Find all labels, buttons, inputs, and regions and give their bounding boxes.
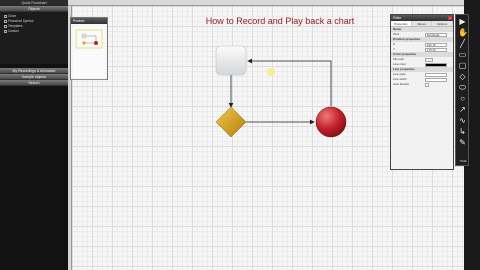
line-icon[interactable]: ╱ bbox=[458, 39, 467, 48]
tab-properties[interactable]: Properties bbox=[391, 21, 412, 26]
tab-values[interactable]: Values bbox=[411, 21, 433, 26]
section-label: Position properties bbox=[393, 37, 421, 41]
line-width-field[interactable] bbox=[425, 77, 447, 82]
diamond-icon[interactable]: ◇ bbox=[458, 72, 467, 81]
cursor-highlight bbox=[267, 68, 275, 76]
editor-title: Editor bbox=[393, 16, 402, 20]
line-style-field[interactable] bbox=[425, 72, 447, 77]
hand-icon[interactable]: ✋ bbox=[458, 28, 468, 37]
y-field[interactable]: 175.30 bbox=[425, 47, 447, 52]
rounded-rectangle-shape[interactable] bbox=[215, 45, 247, 76]
property-label: Auto Resize bbox=[393, 82, 410, 86]
preview-window[interactable]: Preview bbox=[70, 17, 108, 80]
section-label: Line properties bbox=[393, 67, 415, 71]
toolbar-label: TIME bbox=[459, 159, 467, 163]
property-label: Line color bbox=[393, 62, 407, 66]
pointer-icon[interactable]: ▶ bbox=[458, 17, 467, 26]
section-label: Color properties bbox=[393, 52, 417, 56]
arrow-icon[interactable]: ↗ bbox=[458, 105, 467, 114]
rectangle-icon[interactable]: ▭ bbox=[458, 50, 467, 59]
editor-title-bar[interactable]: Editor x bbox=[391, 15, 453, 21]
tool-palette: ▶ ✋ ╱ ▭ ▢ ◇ ⬭ ○ ↗ ∿ ↳ ✎ TIME bbox=[455, 14, 469, 166]
connector-icon[interactable]: ↳ bbox=[458, 127, 467, 136]
preview-thumbnail bbox=[71, 24, 107, 80]
diamond-shape[interactable] bbox=[215, 106, 247, 138]
app-window: Quick Flowchart Objects Chart Flowchart … bbox=[0, 0, 480, 270]
line-color-swatch[interactable] bbox=[425, 62, 447, 67]
connector-circle-to-rect[interactable] bbox=[247, 58, 332, 106]
pencil-icon[interactable]: ✎ bbox=[458, 138, 467, 147]
circle-icon[interactable]: ○ bbox=[458, 94, 467, 103]
close-icon[interactable]: x bbox=[448, 16, 452, 20]
property-label: Line width bbox=[393, 77, 407, 81]
curve-icon[interactable]: ∿ bbox=[458, 116, 467, 125]
property-label: Y bbox=[393, 47, 396, 51]
property-kind-field[interactable]: Rectangle bbox=[425, 32, 447, 37]
auto-resize-checkbox[interactable] bbox=[425, 82, 429, 87]
editor-panel[interactable]: Editor x Properties Values Options Name … bbox=[390, 14, 454, 170]
x-field[interactable]: 192.10 bbox=[425, 42, 447, 47]
circle-shape[interactable] bbox=[315, 106, 347, 138]
rounded-rectangle-icon[interactable]: ▢ bbox=[458, 61, 467, 70]
property-label: X bbox=[393, 42, 396, 46]
property-label: Kind bbox=[393, 32, 400, 36]
fill-color-swatch[interactable] bbox=[425, 57, 433, 62]
property-label: Line style bbox=[393, 72, 406, 76]
tab-options[interactable]: Options bbox=[432, 21, 454, 26]
property-auto-resize[interactable]: Auto Resize bbox=[391, 82, 453, 87]
section-label: Name bbox=[393, 27, 402, 31]
ellipse-icon[interactable]: ⬭ bbox=[458, 83, 467, 92]
property-label: Fill color bbox=[393, 57, 405, 61]
